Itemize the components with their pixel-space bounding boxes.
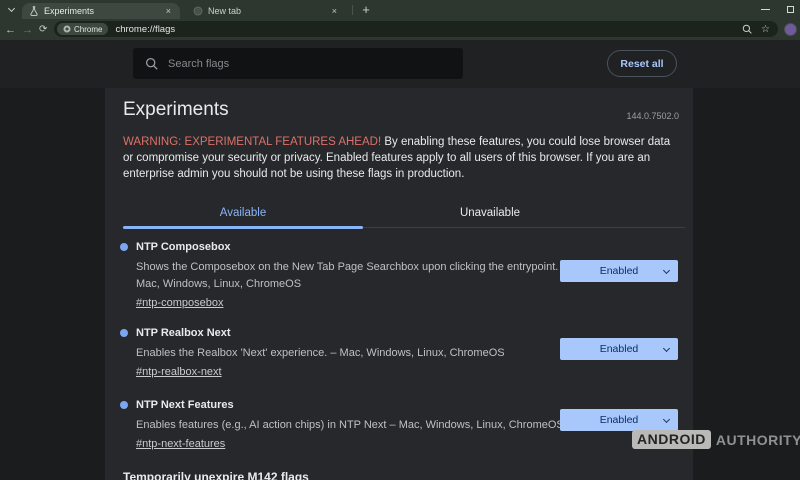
- tab-separator: [352, 5, 353, 15]
- new-tab-button[interactable]: +: [358, 1, 374, 17]
- flag-state-value: Enabled: [600, 265, 639, 277]
- chevron-down-icon: [663, 416, 670, 423]
- flag-description: Enables the Realbox 'Next' experience. –…: [136, 345, 576, 362]
- url-text: chrome://flags: [115, 24, 175, 35]
- page-title: Experiments: [123, 99, 229, 121]
- tab-search-button[interactable]: [4, 3, 18, 17]
- chrome-chip[interactable]: Chrome: [57, 23, 108, 35]
- flag-row: NTP Composebox Shows the Composebox on t…: [115, 241, 683, 311]
- flags-tabs: Available Unavailable: [123, 202, 685, 228]
- bookmark-star-icon[interactable]: ☆: [761, 24, 770, 35]
- minimize-icon[interactable]: [761, 9, 770, 10]
- zoom-icon[interactable]: [742, 24, 752, 34]
- search-input[interactable]: [168, 58, 463, 70]
- section-heading: Temporarily unexpire M142 flags: [123, 470, 309, 480]
- flask-icon: [29, 6, 39, 16]
- back-button[interactable]: ←: [5, 19, 16, 40]
- chip-label: Chrome: [74, 25, 102, 34]
- flag-state-value: Enabled: [600, 343, 639, 355]
- flags-header: Reset all: [0, 40, 800, 88]
- profile-avatar[interactable]: [784, 23, 797, 36]
- reload-button[interactable]: ⟳: [39, 19, 47, 40]
- warning-text: WARNING: EXPERIMENTAL FEATURES AHEAD! By…: [123, 134, 677, 182]
- warning-strong: WARNING: EXPERIMENTAL FEATURES AHEAD!: [123, 136, 381, 148]
- chevron-down-icon: [663, 345, 670, 352]
- chrome-logo-icon: [63, 25, 71, 33]
- maximize-icon[interactable]: [787, 6, 794, 13]
- default-state-dot-icon: [120, 243, 128, 251]
- tab-title: Experiments: [44, 6, 159, 16]
- flag-state-value: Enabled: [600, 414, 639, 426]
- flag-permalink[interactable]: #ntp-next-features: [136, 438, 225, 450]
- forward-button[interactable]: →: [22, 19, 33, 40]
- page-background: Experiments 144.0.7502.0 WARNING: EXPERI…: [0, 88, 800, 480]
- watermark-text: AUTHORITY: [716, 432, 800, 448]
- tab-unavailable[interactable]: Unavailable: [363, 202, 617, 224]
- close-icon[interactable]: ×: [164, 6, 173, 16]
- flag-permalink[interactable]: #ntp-realbox-next: [136, 366, 222, 378]
- flag-state-select[interactable]: Enabled: [560, 338, 678, 360]
- flag-permalink[interactable]: #ntp-composebox: [136, 297, 223, 309]
- tab-new-tab[interactable]: New tab ×: [186, 3, 346, 19]
- tab-title: New tab: [208, 6, 325, 16]
- tab-experiments[interactable]: Experiments ×: [22, 3, 180, 19]
- address-bar[interactable]: Chrome chrome://flags ☆: [54, 21, 778, 37]
- chevron-down-icon: [7, 5, 14, 12]
- browser-window: Experiments × New tab × + ← → ⟳ Chro: [0, 0, 800, 480]
- flag-name: NTP Composebox: [136, 241, 683, 253]
- default-state-dot-icon: [120, 401, 128, 409]
- window-controls: [761, 0, 794, 19]
- omnibox-actions: ☆: [742, 24, 770, 35]
- active-tab-indicator: [123, 226, 363, 229]
- watermark-badge: ANDROID: [632, 430, 711, 449]
- default-state-dot-icon: [120, 329, 128, 337]
- search-icon: [145, 57, 158, 70]
- version-label: 144.0.7502.0: [626, 111, 679, 121]
- flag-description: Shows the Composebox on the New Tab Page…: [136, 259, 576, 293]
- globe-icon: [193, 6, 203, 16]
- flag-search-box[interactable]: [133, 48, 463, 79]
- browser-toolbar: ← → ⟳ Chrome chrome://flags ☆: [0, 19, 800, 40]
- android-authority-watermark: ANDROID AUTHORITY: [632, 430, 800, 449]
- flag-row: NTP Next Features Enables features (e.g.…: [115, 399, 683, 452]
- experiments-panel: Experiments 144.0.7502.0 WARNING: EXPERI…: [105, 88, 693, 480]
- tab-available[interactable]: Available: [123, 202, 363, 224]
- close-icon[interactable]: ×: [330, 6, 339, 16]
- tab-strip: Experiments × New tab × +: [0, 0, 800, 19]
- flag-state-select[interactable]: Enabled: [560, 260, 678, 282]
- chevron-down-icon: [663, 267, 670, 274]
- flag-state-select[interactable]: Enabled: [560, 409, 678, 431]
- reset-all-button[interactable]: Reset all: [607, 50, 677, 77]
- flag-description: Enables features (e.g., AI action chips)…: [136, 417, 576, 434]
- flag-row: NTP Realbox Next Enables the Realbox 'Ne…: [115, 327, 683, 380]
